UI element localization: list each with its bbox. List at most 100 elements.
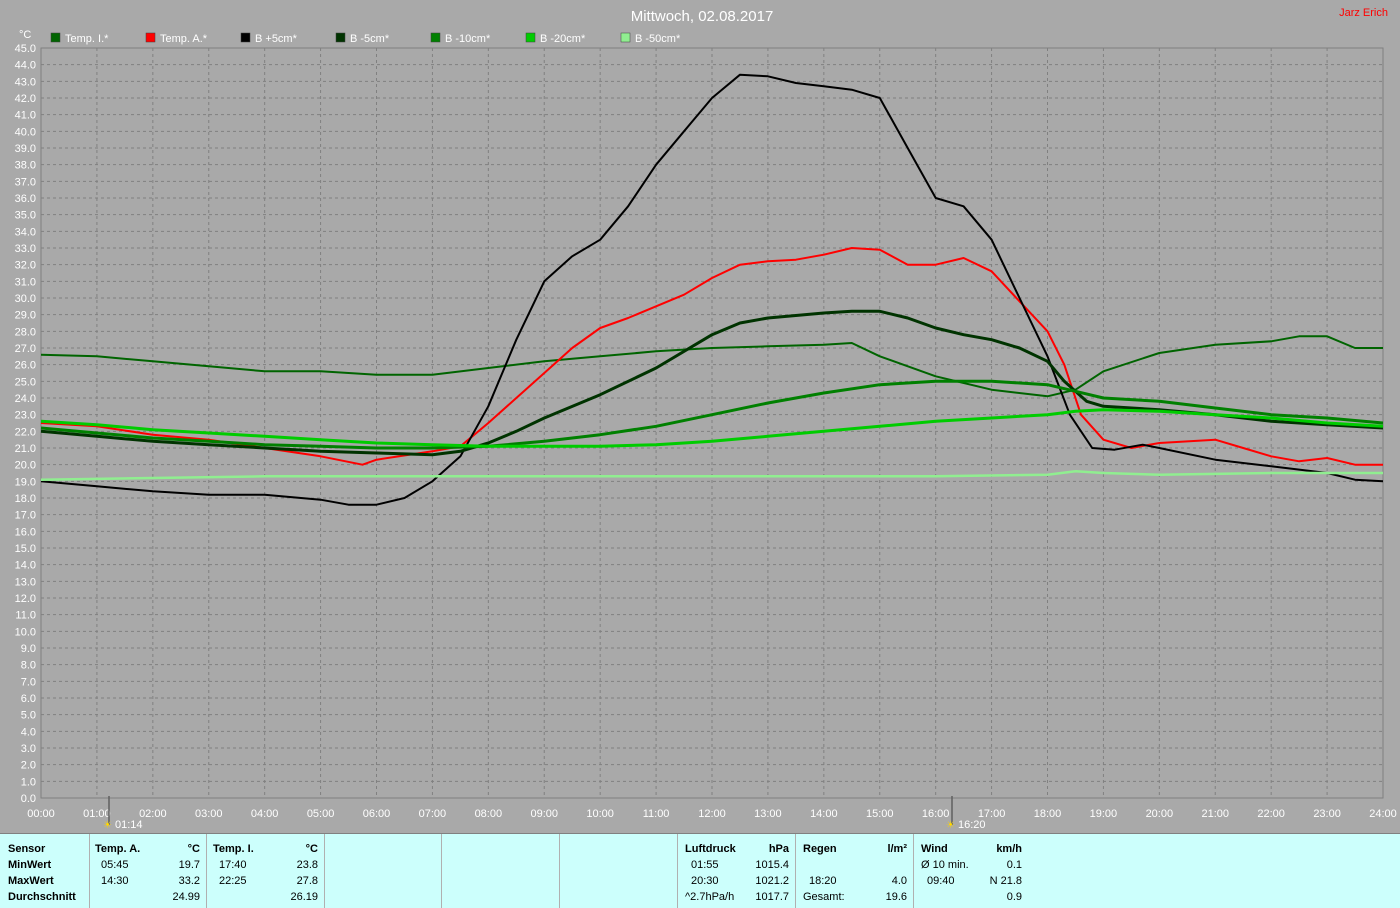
x-tick-label: 09:00 xyxy=(530,808,558,820)
temp-a-min-val: 19.7 xyxy=(178,859,200,871)
y-tick-label: 32.0 xyxy=(15,260,36,272)
temp-a-unit: °C xyxy=(187,843,200,855)
y-tick-label: 13.0 xyxy=(15,576,36,588)
y-tick-label: 23.0 xyxy=(15,410,36,422)
temp-i-max-val: 27.8 xyxy=(296,875,318,887)
y-tick-label: 1.0 xyxy=(21,776,36,788)
rain-val: 4.0 xyxy=(891,875,907,887)
x-tick-label: 12:00 xyxy=(698,808,726,820)
sunrise-label: 01:14 xyxy=(115,819,143,831)
y-tick-label: 7.0 xyxy=(21,676,36,688)
sensor-header: Sensor xyxy=(8,843,46,855)
min-label: MinWert xyxy=(8,859,52,871)
temp-a-max-val: 33.2 xyxy=(178,875,200,887)
y-tick-label: 40.0 xyxy=(15,126,36,138)
y-tick-label: 6.0 xyxy=(21,693,36,705)
sun-icon: ☀ xyxy=(946,820,955,831)
x-tick-label: 24:00 xyxy=(1369,808,1397,820)
y-tick-label: 18.0 xyxy=(15,493,36,505)
wind-avg-label: Ø 10 min. xyxy=(921,859,969,871)
stats-col-temp-a: Temp. A. °C 05:45 19.7 14:30 33.2 24.99 xyxy=(89,834,206,908)
chart-title: Mittwoch, 02.08.2017 xyxy=(631,8,774,25)
pressure-trend: ^2.7hPa/h xyxy=(685,891,735,903)
temp-a-header: Temp. A. xyxy=(95,843,141,855)
x-tick-label: 20:00 xyxy=(1146,808,1174,820)
temp-i-header: Temp. I. xyxy=(213,843,254,855)
rain-unit: l/m² xyxy=(887,843,907,855)
statistics-panel: Sensor MinWert MaxWert Durchschnitt Temp… xyxy=(0,833,1400,908)
x-tick-label: 01:00 xyxy=(83,808,111,820)
pressure-header: Luftdruck xyxy=(685,843,736,855)
x-tick-label: 18:00 xyxy=(1034,808,1062,820)
y-tick-label: 3.0 xyxy=(21,743,36,755)
sunset-label: 16:20 xyxy=(958,819,986,831)
y-tick-label: 41.0 xyxy=(15,110,36,122)
legend-swatch xyxy=(620,32,631,43)
y-tick-label: 16.0 xyxy=(15,526,36,538)
wind-max-time: 09:40 xyxy=(927,875,955,887)
x-tick-label: 16:00 xyxy=(922,808,950,820)
legend-label: B -5cm* xyxy=(350,33,390,45)
y-tick-label: 2.0 xyxy=(21,760,36,772)
y-tick-label: 30.0 xyxy=(15,293,36,305)
grid xyxy=(40,47,1384,799)
temp-i-max-time: 22:25 xyxy=(219,875,247,887)
stats-col-wind: Wind km/h Ø 10 min. 0.1 09:40 N 21.8 0.9 xyxy=(913,834,1030,908)
x-tick-label: 22:00 xyxy=(1257,808,1285,820)
y-tick-label: 27.0 xyxy=(15,343,36,355)
stats-col-empty xyxy=(559,834,677,908)
wind-unit: km/h xyxy=(996,843,1022,855)
pressure-min-val: 1015.4 xyxy=(755,859,789,871)
stats-col-temp-i: Temp. I. °C 17:40 23.8 22:25 27.8 26.19 xyxy=(206,834,324,908)
stats-col-sensor: Sensor MinWert MaxWert Durchschnitt xyxy=(0,834,89,908)
y-tick-label: 42.0 xyxy=(15,93,36,105)
avg-label: Durchschnitt xyxy=(8,891,76,903)
y-tick-label: 22.0 xyxy=(15,426,36,438)
y-tick-label: 37.0 xyxy=(15,176,36,188)
rain-total-label: Gesamt: xyxy=(803,891,845,903)
legend-swatch xyxy=(335,32,346,43)
y-tick-label: 4.0 xyxy=(21,726,36,738)
y-tick-label: 29.0 xyxy=(15,310,36,322)
legend-swatch xyxy=(430,32,441,43)
stats-col-empty xyxy=(324,834,441,908)
wind-max-val: N 21.8 xyxy=(989,875,1022,887)
y-tick-label: 5.0 xyxy=(21,710,36,722)
pressure-max-val: 1021.2 xyxy=(755,875,789,887)
legend-swatch xyxy=(240,32,251,43)
temp-a-max-time: 14:30 xyxy=(101,875,129,887)
legend: Temp. I.* Temp. A.* B +5cm* B -5cm* B -10cm*… xyxy=(50,32,681,45)
temp-i-min-time: 17:40 xyxy=(219,859,247,871)
y-unit-label: °C xyxy=(19,29,31,41)
sunrise-marker: ☀ 01:14 xyxy=(103,796,143,831)
temperature-chart: Mittwoch, 02.08.2017 Jarz Erich °C Temp.… xyxy=(15,7,1397,831)
legend-label: B -50cm* xyxy=(635,33,681,45)
y-tick-label: 9.0 xyxy=(21,643,36,655)
legend-label: B +5cm* xyxy=(255,33,298,45)
temp-i-unit: °C xyxy=(305,843,318,855)
y-tick-label: 14.0 xyxy=(15,560,36,572)
pressure-unit: hPa xyxy=(768,843,789,855)
x-tick-label: 08:00 xyxy=(475,808,503,820)
x-tick-label: 03:00 xyxy=(195,808,223,820)
legend-label: Temp. I.* xyxy=(65,33,109,45)
stats-col-rain: Regen l/m² 18:20 4.0 Gesamt: 19.6 xyxy=(795,834,913,908)
y-tick-label: 38.0 xyxy=(15,160,36,172)
temp-a-avg: 24.99 xyxy=(172,891,200,903)
y-tick-label: 34.0 xyxy=(15,226,36,238)
x-tick-label: 11:00 xyxy=(643,808,670,820)
legend-label: Temp. A.* xyxy=(160,33,208,45)
author-label: Jarz Erich xyxy=(1339,7,1388,19)
legend-label: B -20cm* xyxy=(540,33,586,45)
rain-header: Regen xyxy=(803,843,837,855)
y-tick-label: 25.0 xyxy=(15,376,36,388)
pressure-max-time: 20:30 xyxy=(691,875,719,887)
x-tick-label: 19:00 xyxy=(1090,808,1118,820)
wind-day-avg: 0.9 xyxy=(1006,891,1022,903)
y-tick-label: 36.0 xyxy=(15,193,36,205)
y-tick-label: 44.0 xyxy=(15,60,36,72)
y-tick-label: 17.0 xyxy=(15,510,36,522)
pressure-avg: 1017.7 xyxy=(755,891,789,903)
y-tick-label: 28.0 xyxy=(15,326,36,338)
temp-i-avg: 26.19 xyxy=(290,891,318,903)
